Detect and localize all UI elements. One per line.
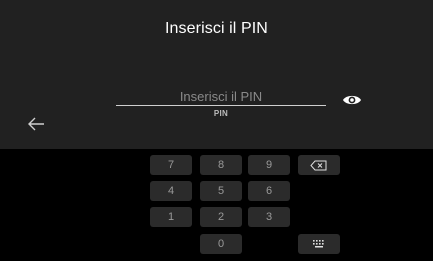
- backspace-icon: [310, 160, 327, 170]
- key-8[interactable]: 8: [200, 155, 242, 175]
- eye-icon: [343, 95, 361, 105]
- backspace-key[interactable]: [298, 155, 340, 175]
- key-9[interactable]: 9: [248, 155, 290, 175]
- keyboard-toggle-key[interactable]: [298, 234, 340, 254]
- key-2[interactable]: 2: [200, 207, 242, 227]
- pin-field-label: PIN: [213, 109, 229, 118]
- key-1[interactable]: 1: [150, 207, 192, 227]
- pin-input[interactable]: [116, 87, 326, 106]
- back-button[interactable]: [24, 114, 48, 134]
- key-0[interactable]: 0: [200, 234, 242, 254]
- key-7[interactable]: 7: [150, 155, 192, 175]
- show-pin-button[interactable]: [340, 90, 364, 110]
- page-title: Inserisci il PIN: [165, 20, 268, 37]
- key-6[interactable]: 6: [248, 181, 290, 201]
- keyboard-icon: [313, 240, 324, 248]
- pin-entry-screen: Inserisci il PIN PIN 7 8 9 4 5 6 1 2 3 0: [0, 0, 433, 261]
- key-4[interactable]: 4: [150, 181, 192, 201]
- arrow-left-icon: [28, 117, 44, 131]
- pin-dialog-panel: Inserisci il PIN PIN: [0, 0, 433, 149]
- key-5[interactable]: 5: [200, 181, 242, 201]
- key-3[interactable]: 3: [248, 207, 290, 227]
